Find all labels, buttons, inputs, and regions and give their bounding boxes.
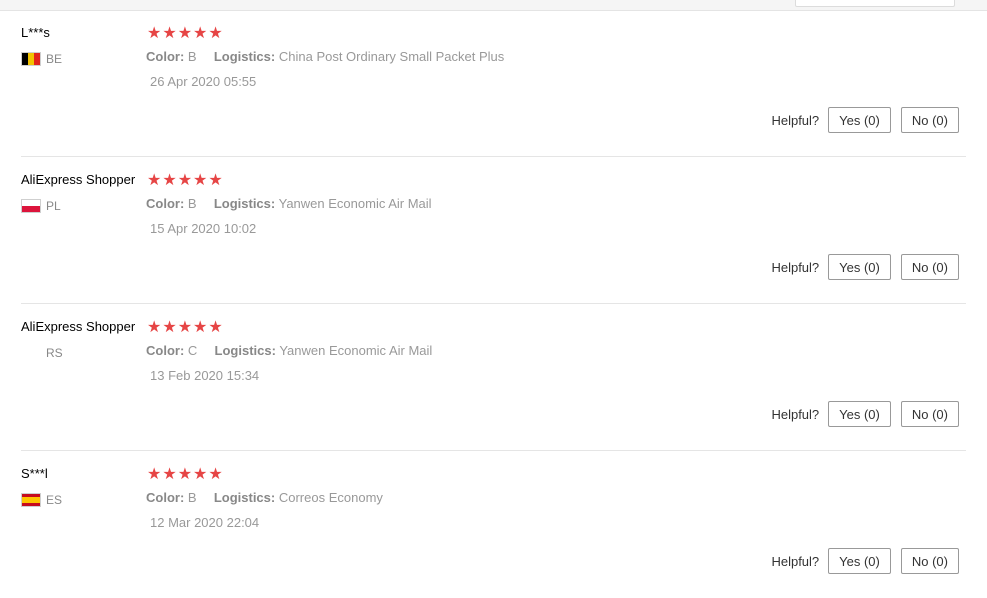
review-date: 13 Feb 2020 15:34 [150,368,260,383]
country-code: BE [46,52,63,66]
review-item: AliExpress Shopper PL ★★★★★ Color: B Log… [0,157,987,304]
flag-be-icon [21,52,41,66]
review-date: 15 Apr 2020 10:02 [150,221,257,236]
logistics-value: Yanwen Economic Air Mail [278,196,432,211]
review-item: AliExpress Shopper RS ★★★★★ Color: C Log… [0,304,987,451]
helpful-no-button[interactable]: No (0) [900,401,959,427]
sort-dropdown[interactable] [795,0,955,7]
helpful-controls: Helpful? Yes (0) No (0) [771,401,959,427]
helpful-label: Helpful? [771,406,820,422]
helpful-controls: Helpful? Yes (0) No (0) [771,107,959,133]
helpful-yes-button[interactable]: Yes (0) [828,401,891,427]
reviewer-country: PL [21,198,61,214]
logistics-value: Correos Economy [278,490,383,505]
color-value: B [187,196,197,211]
review-attributes: Color: B Logistics: China Post Ordinary … [146,49,504,64]
color-label: Color: [146,196,185,211]
helpful-yes-button[interactable]: Yes (0) [828,548,891,574]
review-attributes: Color: B Logistics: Correos Economy [146,490,383,505]
logistics-label: Logistics: [214,343,276,358]
reviewer-name: AliExpress Shopper [21,319,136,334]
review-attributes: Color: C Logistics: Yanwen Economic Air … [146,343,432,358]
color-value: B [187,490,197,505]
country-code: ES [46,493,63,507]
flag-es-icon [21,493,41,507]
helpful-no-button[interactable]: No (0) [900,254,959,280]
review-attributes: Color: B Logistics: Yanwen Economic Air … [146,196,432,211]
star-rating: ★★★★★ [147,319,224,336]
review-date: 12 Mar 2020 22:04 [150,515,260,530]
logistics-value: China Post Ordinary Small Packet Plus [278,49,505,64]
helpful-controls: Helpful? Yes (0) No (0) [771,254,959,280]
review-item: S***l ES ★★★★★ Color: B Logistics: Corre… [0,451,987,598]
color-label: Color: [146,49,185,64]
review-item: L***s BE ★★★★★ Color: B Logistics: China… [0,10,987,157]
color-label: Color: [146,343,185,358]
star-rating: ★★★★★ [147,466,224,483]
reviewer-country: RS [21,345,63,361]
helpful-label: Helpful? [771,259,820,275]
logistics-label: Logistics: [213,196,276,211]
flag-pl-icon [21,199,41,213]
reviewer-country: ES [21,492,62,508]
review-date: 26 Apr 2020 05:55 [150,74,257,89]
helpful-no-button[interactable]: No (0) [900,548,959,574]
reviewer-country: BE [21,51,62,67]
color-label: Color: [146,490,185,505]
star-rating: ★★★★★ [147,172,224,189]
star-rating: ★★★★★ [147,25,224,42]
color-value: C [187,343,198,358]
country-code: PL [46,199,61,213]
reviewer-name: L***s [21,25,50,40]
helpful-yes-button[interactable]: Yes (0) [828,107,891,133]
helpful-no-button[interactable]: No (0) [900,107,959,133]
logistics-label: Logistics: [213,490,276,505]
helpful-yes-button[interactable]: Yes (0) [828,254,891,280]
flag-rs-icon [21,346,41,360]
logistics-value: Yanwen Economic Air Mail [279,343,433,358]
helpful-label: Helpful? [771,553,820,569]
reviewer-name: AliExpress Shopper [21,172,136,187]
helpful-label: Helpful? [771,112,820,128]
reviewer-name: S***l [21,466,48,481]
country-code: RS [46,346,63,360]
helpful-controls: Helpful? Yes (0) No (0) [771,548,959,574]
logistics-label: Logistics: [213,49,276,64]
color-value: B [187,49,197,64]
